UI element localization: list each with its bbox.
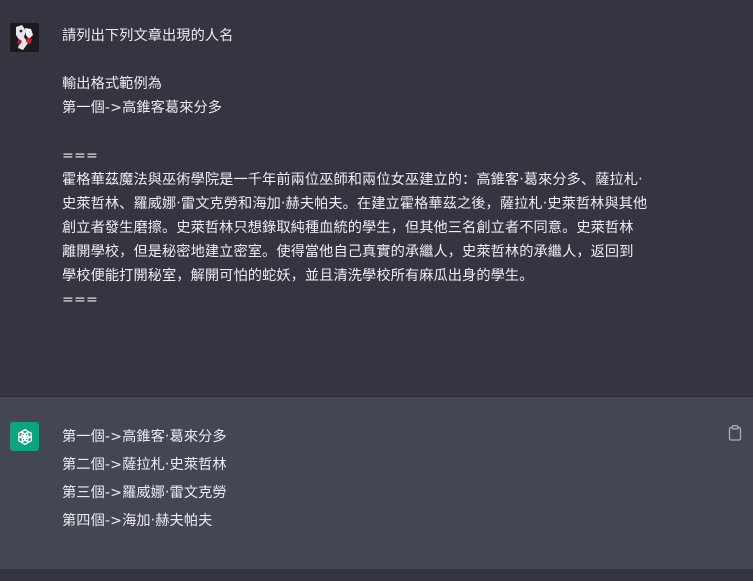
message-line: 史萊哲林、羅威娜‧雷文克勞和海加‧赫夫帕夫。在建立霍格華茲之後，薩拉札‧史萊哲林… xyxy=(62,196,648,212)
message-line xyxy=(62,48,722,72)
message-line: 輸出格式範例為 xyxy=(62,76,163,92)
copy-button[interactable] xyxy=(726,423,744,443)
message-line: === xyxy=(62,148,98,164)
openai-logo-icon xyxy=(10,422,39,451)
message-line: === xyxy=(62,292,98,308)
message-line xyxy=(62,120,722,144)
message-line: 學校便能打開秘室，解開可怕的蛇妖，並且清洗學校所有麻瓜出身的學生。 xyxy=(62,268,534,284)
response-line: 第一個->高錐客‧葛來分多 xyxy=(62,429,227,445)
assistant-message-text: 第一個->高錐客‧葛來分多 第二個->薩拉札‧史萊哲林 第三個->羅威娜‧雷文克… xyxy=(62,423,722,535)
response-line: 第二個->薩拉札‧史萊哲林 xyxy=(62,457,227,473)
clipboard-icon xyxy=(728,425,742,441)
message-line: 創立者發生磨擦。史萊哲林只想錄取純種血統的學生，但其他三名創立者不同意。史萊哲林 xyxy=(62,220,634,236)
response-line: 第三個->羅威娜‧雷文克勞 xyxy=(62,485,227,501)
message-line: 請列出下列文章出現的人名 xyxy=(62,28,234,44)
message-line: 霍格華茲魔法與巫術學院是一千年前兩位巫師和兩位女巫建立的：高錐客‧葛來分多、薩拉… xyxy=(62,172,643,188)
message-line: 第一個->高錐客葛來分多 xyxy=(62,100,223,116)
response-line: 第四個->海加‧赫夫帕夫 xyxy=(62,513,213,529)
user-avatar xyxy=(10,23,39,52)
page-footer-strip xyxy=(0,569,753,581)
user-message-text: 請列出下列文章出現的人名 輸出格式範例為 第一個->高錐客葛來分多 === 霍格… xyxy=(62,24,722,312)
message-line: 離開學校，但是秘密地建立密室。使得當他自己真實的承繼人，史萊哲林的承繼人，返回到 xyxy=(62,244,634,260)
